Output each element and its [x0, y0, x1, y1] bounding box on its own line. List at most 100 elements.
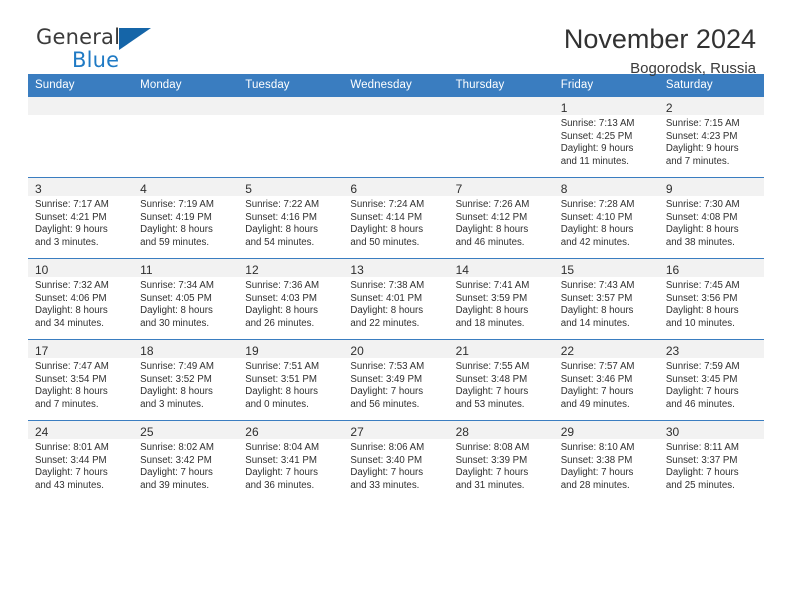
day-detail-line: Daylight: 8 hours — [455, 224, 529, 236]
day-cell-body: Sunrise: 7:55 AM Sunset: 3:48 PM Daylight:… — [449, 358, 554, 411]
day-detail-line: Sunrise: 7:41 AM — [455, 280, 530, 291]
day-number: 6 — [350, 182, 358, 196]
day-cell-body: Sunrise: 7:49 AM Sunset: 3:52 PM Daylight:… — [133, 358, 238, 411]
day-cell[interactable]: 5 Sunrise: 7:22 AM Sunset: 4:16 PM Daylight… — [238, 177, 344, 259]
day-detail-line: Daylight: 7 hours — [455, 386, 529, 398]
day-detail-line: Sunrise: 7:30 AM — [665, 199, 740, 210]
day-cell[interactable]: 8 Sunrise: 7:28 AM Sunset: 4:10 PM Daylight… — [553, 177, 659, 259]
day-cell[interactable]: 11 Sunrise: 7:34 AM Sunset: 4:05 PM Dayligh… — [133, 258, 239, 340]
day-detail-line: and 26 minutes. — [245, 317, 315, 329]
day-cell[interactable]: 23 Sunrise: 7:59 AM Sunset: 3:45 PM Dayligh… — [658, 339, 764, 421]
day-cell-body: Sunrise: 8:01 AM Sunset: 3:44 PM Daylight:… — [28, 439, 133, 492]
day-detail-line: Daylight: 8 hours — [140, 305, 213, 317]
day-cell[interactable]: 4 Sunrise: 7:19 AM Sunset: 4:19 PM Daylight… — [133, 177, 239, 259]
day-cell-body — [238, 115, 343, 118]
day-cell[interactable]: 13 Sunrise: 7:38 AM Sunset: 4:01 PM Dayligh… — [343, 258, 449, 340]
weekday-header-wednesday: Wednesday — [343, 74, 449, 97]
day-detail-line: and 31 minutes. — [455, 479, 525, 491]
day-detail-line: Sunset: 3:42 PM — [140, 454, 212, 466]
day-cell[interactable]: 9 Sunrise: 7:30 AM Sunset: 4:08 PM Daylight… — [658, 177, 764, 259]
day-cell-body: Sunrise: 7:19 AM Sunset: 4:19 PM Daylight:… — [133, 196, 238, 249]
day-cell-empty — [448, 96, 554, 178]
day-cell-body: Sunrise: 7:57 AM Sunset: 3:46 PM Daylight:… — [554, 358, 659, 411]
day-number-band: 16 — [658, 259, 764, 277]
day-number: 19 — [245, 344, 259, 358]
day-number-band: 7 — [448, 178, 554, 196]
day-detail-line: Sunset: 3:37 PM — [665, 454, 738, 466]
day-cell[interactable]: 15 Sunrise: 7:43 AM Sunset: 3:57 PM Dayligh… — [553, 258, 659, 340]
day-cell-body: Sunrise: 7:24 AM Sunset: 4:14 PM Daylight:… — [343, 196, 448, 249]
day-detail-line: and 50 minutes. — [350, 236, 420, 248]
day-number-band: 23 — [658, 340, 764, 358]
day-detail-line: and 0 minutes. — [245, 398, 309, 410]
day-number: 15 — [560, 263, 575, 277]
day-detail-line: Sunrise: 7:36 AM — [245, 280, 320, 291]
day-cell[interactable]: 28 Sunrise: 8:08 AM Sunset: 3:39 PM Dayligh… — [448, 420, 554, 501]
day-cell[interactable]: 24 Sunrise: 8:01 AM Sunset: 3:44 PM Dayligh… — [28, 420, 134, 501]
brand-logo[interactable]: General Blue — [36, 27, 186, 75]
day-detail-line: Daylight: 8 hours — [350, 305, 424, 317]
day-cell[interactable]: 10 Sunrise: 7:32 AM Sunset: 4:06 PM Dayligh… — [28, 258, 134, 340]
day-detail-line: Sunrise: 7:28 AM — [560, 199, 635, 210]
day-cell-body: Sunrise: 7:28 AM Sunset: 4:10 PM Daylight:… — [554, 196, 659, 249]
day-cell[interactable]: 20 Sunrise: 7:53 AM Sunset: 3:49 PM Dayligh… — [343, 339, 449, 421]
day-cell[interactable]: 16 Sunrise: 7:45 AM Sunset: 3:56 PM Dayligh… — [658, 258, 764, 340]
day-number: 8 — [560, 182, 568, 196]
day-number-band: 6 — [343, 178, 449, 196]
day-number: 21 — [455, 344, 469, 358]
day-cell-body: Sunrise: 7:13 AM Sunset: 4:25 PM Daylight:… — [554, 115, 659, 168]
day-number: 30 — [665, 425, 680, 439]
day-detail-line: Daylight: 7 hours — [245, 467, 318, 479]
day-cell[interactable]: 18 Sunrise: 7:49 AM Sunset: 3:52 PM Dayligh… — [133, 339, 239, 421]
day-detail-line: Sunset: 4:16 PM — [245, 211, 317, 223]
day-cell[interactable]: 1 Sunrise: 7:13 AM Sunset: 4:25 PM Daylight… — [553, 96, 659, 178]
calendar-page: General Blue November 2024 Bogorodsk, Ru… — [0, 0, 792, 612]
day-detail-line: Sunrise: 7:51 AM — [245, 361, 320, 372]
day-detail-line: Daylight: 7 hours — [350, 386, 424, 398]
day-cell[interactable]: 21 Sunrise: 7:55 AM Sunset: 3:48 PM Dayligh… — [448, 339, 554, 421]
day-detail-line: Daylight: 8 hours — [665, 224, 739, 236]
day-detail-line: Sunrise: 7:17 AM — [35, 199, 109, 210]
day-number: 9 — [665, 182, 673, 196]
day-number: 26 — [245, 425, 259, 439]
day-number-band: 20 — [343, 340, 449, 358]
day-cell[interactable]: 26 Sunrise: 8:04 AM Sunset: 3:41 PM Dayligh… — [238, 420, 344, 501]
day-cell[interactable]: 3 Sunrise: 7:17 AM Sunset: 4:21 PM Daylight… — [28, 177, 134, 259]
day-cell-body: Sunrise: 7:17 AM Sunset: 4:21 PM Daylight:… — [28, 196, 133, 249]
day-detail-line: Sunrise: 7:59 AM — [665, 361, 740, 372]
day-cell[interactable]: 30 Sunrise: 8:11 AM Sunset: 3:37 PM Dayligh… — [658, 420, 764, 501]
day-detail-line: Sunrise: 8:08 AM — [455, 442, 530, 453]
day-cell[interactable]: 29 Sunrise: 8:10 AM Sunset: 3:38 PM Dayligh… — [553, 420, 659, 501]
day-detail-line: Daylight: 7 hours — [665, 467, 739, 479]
day-number: 28 — [455, 425, 469, 439]
day-cell[interactable]: 22 Sunrise: 7:57 AM Sunset: 3:46 PM Dayligh… — [553, 339, 659, 421]
brand-name-blue: Blue — [72, 48, 120, 72]
day-cell[interactable]: 27 Sunrise: 8:06 AM Sunset: 3:40 PM Dayligh… — [343, 420, 449, 501]
day-detail-line: Sunrise: 7:47 AM — [35, 361, 109, 372]
day-cell[interactable]: 19 Sunrise: 7:51 AM Sunset: 3:51 PM Dayligh… — [238, 339, 344, 421]
weekday-header-thursday: Thursday — [448, 74, 554, 97]
day-detail-line: Daylight: 8 hours — [560, 305, 634, 317]
day-number-band: 17 — [28, 340, 134, 358]
day-cell-body: Sunrise: 7:51 AM Sunset: 3:51 PM Daylight:… — [238, 358, 343, 411]
day-cell-body: Sunrise: 7:15 AM Sunset: 4:23 PM Daylight:… — [659, 115, 764, 168]
day-cell[interactable]: 12 Sunrise: 7:36 AM Sunset: 4:03 PM Dayligh… — [238, 258, 344, 340]
day-number: 27 — [350, 425, 364, 439]
weekday-header-sunday: Sunday — [28, 74, 134, 97]
day-cell[interactable]: 25 Sunrise: 8:02 AM Sunset: 3:42 PM Dayligh… — [133, 420, 239, 501]
day-cell[interactable]: 14 Sunrise: 7:41 AM Sunset: 3:59 PM Dayligh… — [448, 258, 554, 340]
day-detail-line: Sunrise: 7:34 AM — [140, 280, 214, 291]
day-detail-line: Sunset: 3:56 PM — [665, 292, 738, 304]
day-number: 3 — [35, 182, 42, 196]
day-detail-line: Daylight: 9 hours — [35, 224, 108, 236]
day-cell[interactable]: 6 Sunrise: 7:24 AM Sunset: 4:14 PM Daylight… — [343, 177, 449, 259]
day-number-band: 29 — [553, 421, 659, 439]
day-detail-line: Daylight: 8 hours — [560, 224, 634, 236]
day-cell[interactable]: 2 Sunrise: 7:15 AM Sunset: 4:23 PM Daylight… — [658, 96, 764, 178]
day-cell[interactable]: 7 Sunrise: 7:26 AM Sunset: 4:12 PM Daylight… — [448, 177, 554, 259]
day-detail-line: Sunset: 4:19 PM — [140, 211, 212, 223]
day-detail-line: Sunrise: 8:10 AM — [560, 442, 635, 453]
day-detail-line: Daylight: 8 hours — [35, 305, 108, 317]
day-cell[interactable]: 17 Sunrise: 7:47 AM Sunset: 3:54 PM Dayligh… — [28, 339, 134, 421]
day-number-band: 11 — [133, 259, 239, 277]
